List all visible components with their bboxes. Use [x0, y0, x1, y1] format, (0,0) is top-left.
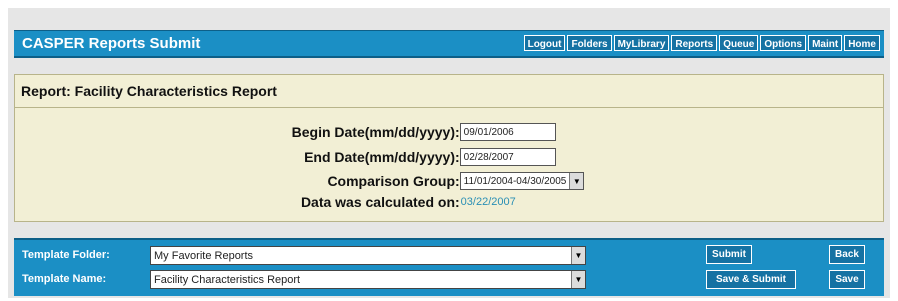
nav-logout-button[interactable]: Logout [523, 35, 566, 51]
submit-button[interactable]: Submit [706, 245, 752, 264]
save-button[interactable]: Save [829, 270, 865, 289]
end-date-row: End Date(mm/dd/yyyy) : [15, 147, 556, 167]
report-title: Report: Facility Characteristics Report [15, 75, 883, 108]
header-bar: CASPER Reports Submit Logout Folders MyL… [14, 30, 884, 58]
save-and-submit-button[interactable]: Save & Submit [706, 270, 796, 289]
comparison-group-label: Comparison Group [327, 173, 455, 189]
chevron-down-icon[interactable]: ▼ [569, 173, 584, 189]
nav-bar: Logout Folders MyLibrary Reports Queue O… [523, 35, 880, 51]
begin-date-label: Begin Date(mm/dd/yyyy) [291, 124, 455, 140]
begin-date-row: Begin Date(mm/dd/yyyy) : [15, 122, 556, 142]
nav-queue-button[interactable]: Queue [719, 35, 759, 51]
template-panel: Template Folder: My Favorite Reports ▼ T… [14, 238, 884, 296]
calculated-on-value: 03/22/2007 [460, 196, 516, 208]
calculated-on-colon: : [455, 194, 460, 210]
comparison-group-row: Comparison Group : 11/01/2004-04/30/2005… [15, 171, 585, 191]
nav-home-button[interactable]: Home [844, 35, 880, 51]
comparison-group-value: 11/01/2004-04/30/2005 [463, 175, 567, 187]
nav-reports-button[interactable]: Reports [671, 35, 718, 51]
comparison-group-select[interactable]: 11/01/2004-04/30/2005 ▼ [459, 172, 585, 190]
calculated-on-label: Data was calculated on [300, 194, 455, 210]
end-date-label: End Date(mm/dd/yyyy) [304, 149, 455, 165]
template-folder-value: My Favorite Reports [154, 249, 254, 262]
template-name-label: Template Name: [22, 273, 107, 285]
chevron-down-icon[interactable]: ▼ [571, 247, 585, 264]
back-button[interactable]: Back [829, 245, 865, 264]
app-title: CASPER Reports Submit [22, 35, 201, 52]
template-name-value: Facility Characteristics Report [154, 273, 301, 286]
calculated-on-row: Data was calculated on : 03/22/2007 [15, 192, 516, 212]
nav-options-button[interactable]: Options [760, 35, 807, 51]
report-panel: Report: Facility Characteristics Report … [14, 74, 884, 222]
end-date-input[interactable] [459, 148, 556, 166]
chevron-down-icon[interactable]: ▼ [571, 271, 585, 288]
nav-folders-button[interactable]: Folders [567, 35, 612, 51]
nav-maint-button[interactable]: Maint [808, 35, 843, 51]
template-folder-label: Template Folder: [22, 249, 110, 261]
begin-date-input[interactable] [459, 123, 556, 141]
template-folder-select[interactable]: My Favorite Reports ▼ [150, 246, 586, 265]
template-name-select[interactable]: Facility Characteristics Report ▼ [150, 270, 586, 289]
nav-mylibrary-button[interactable]: MyLibrary [613, 35, 670, 51]
